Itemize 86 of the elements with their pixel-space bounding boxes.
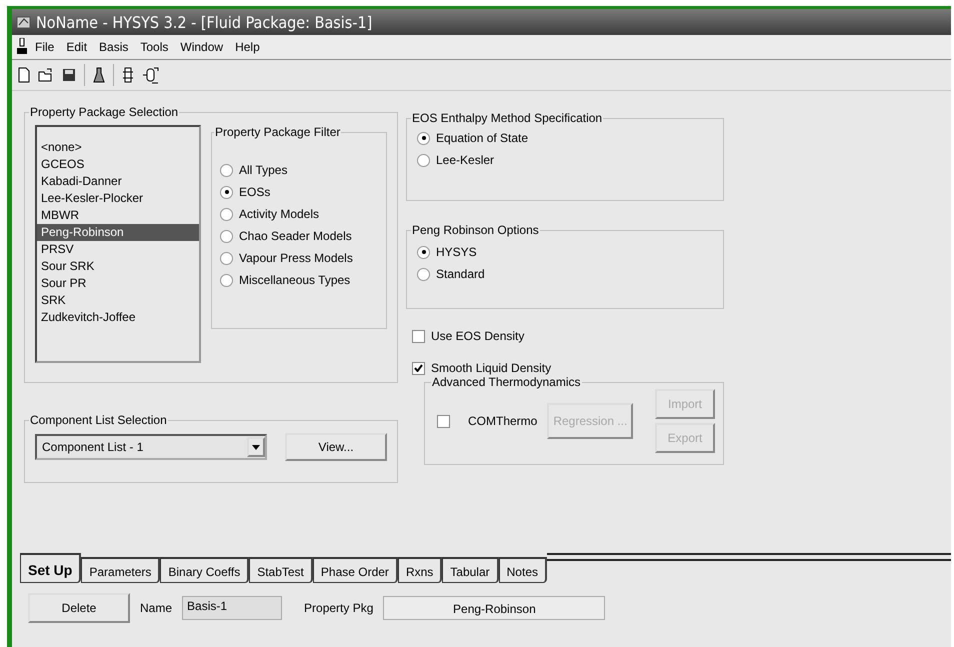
list-item[interactable]: Sour SRK <box>37 258 199 275</box>
app-icon <box>16 14 32 30</box>
checkbox[interactable] <box>412 330 425 342</box>
radio-label: Miscellaneous Types <box>239 273 350 287</box>
vessel-icon[interactable] <box>142 65 160 85</box>
group-title: Component List Selection <box>29 413 168 427</box>
menu-item[interactable]: Basis <box>94 40 134 54</box>
radio-label: Equation of State <box>436 131 528 145</box>
view-button[interactable]: View... <box>285 433 387 461</box>
menu-item[interactable]: File <box>30 40 60 54</box>
radio-option[interactable]: Standard <box>417 263 713 285</box>
radio-button[interactable] <box>220 252 233 264</box>
checkbox-option[interactable]: Use EOS Density <box>412 325 724 347</box>
radio-label: Vapour Press Models <box>239 251 353 265</box>
list-item[interactable]: <none> <box>37 139 199 156</box>
radio-label: All Types <box>239 163 288 177</box>
checkbox-label: COMThermo <box>468 414 538 428</box>
radio-button[interactable] <box>220 186 233 198</box>
radio-option[interactable]: Activity Models <box>220 203 378 225</box>
radio-option[interactable]: Vapour Press Models <box>220 247 378 269</box>
list-item[interactable]: SRK <box>37 292 199 309</box>
tab[interactable]: Binary Coeffs <box>160 557 250 583</box>
checkbox-label: Use EOS Density <box>431 329 524 343</box>
list-item[interactable]: GCEOS <box>37 156 199 173</box>
group-title: Peng Robinson Options <box>411 223 540 237</box>
list-item[interactable]: MBWR <box>37 207 199 224</box>
tab[interactable]: Rxns <box>398 557 442 583</box>
radio-button[interactable] <box>417 246 430 258</box>
flask-icon <box>16 38 28 56</box>
flask-icon[interactable] <box>93 67 105 83</box>
window-title: NoName - HYSYS 3.2 - [Fluid Package: Basis-1] <box>36 12 372 32</box>
name-label: Name <box>140 601 172 615</box>
delete-button[interactable]: Delete <box>28 593 130 623</box>
tab[interactable]: Tabular <box>442 557 499 583</box>
property-pkg-field: Peng-Robinson <box>383 596 606 620</box>
radio-button[interactable] <box>220 230 233 242</box>
check-icon <box>414 364 423 372</box>
property-pkg-label: Property Pkg <box>304 601 374 615</box>
menu-item[interactable]: Edit <box>61 40 92 54</box>
list-item[interactable]: Peng-Robinson <box>37 224 199 241</box>
list-item[interactable]: Zudkevitch-Joffee <box>37 309 199 326</box>
radio-label: EOSs <box>239 185 270 199</box>
open-folder-icon[interactable] <box>38 68 54 82</box>
radio-button[interactable] <box>220 208 233 220</box>
list-item[interactable]: Kabadi-Danner <box>37 173 199 190</box>
radio-option[interactable]: Lee-Kesler <box>417 149 713 171</box>
column-icon[interactable] <box>122 67 134 83</box>
radio-button[interactable] <box>417 154 430 166</box>
radio-label: Activity Models <box>239 207 320 221</box>
radio-option[interactable]: HYSYS <box>417 241 713 263</box>
menu-item[interactable]: Help <box>230 40 265 54</box>
tab[interactable]: Set Up <box>20 553 82 583</box>
tab[interactable]: Phase Order <box>312 557 398 583</box>
radio-label: Lee-Kesler <box>436 153 494 167</box>
checkbox[interactable] <box>437 414 450 428</box>
radio-label: Standard <box>436 267 485 281</box>
name-field[interactable]: Basis-1 <box>182 596 282 620</box>
list-item[interactable]: Lee-Kesler-Plocker <box>37 190 199 207</box>
group-title: Property Package Filter <box>214 125 342 139</box>
menu-item[interactable]: Window <box>175 40 228 54</box>
radio-option[interactable]: Miscellaneous Types <box>220 269 378 291</box>
checkbox-label: Smooth Liquid Density <box>431 361 552 375</box>
component-dropdown[interactable]: Component List - 1 <box>35 434 267 460</box>
radio-button[interactable] <box>220 164 233 176</box>
radio-option[interactable]: All Types <box>220 159 378 181</box>
radio-label: Chao Seader Models <box>239 229 352 243</box>
group-title: Property Package Selection <box>29 105 180 119</box>
tab[interactable]: Parameters <box>81 557 160 583</box>
list-item[interactable]: PRSV <box>37 241 199 258</box>
radio-label: HYSYS <box>436 245 477 259</box>
dropdown-arrow-icon <box>252 444 260 450</box>
radio-option[interactable]: Equation of State <box>417 127 713 149</box>
tab[interactable]: StabTest <box>249 557 313 583</box>
radio-button[interactable] <box>417 268 430 280</box>
list-item[interactable]: Sour PR <box>37 275 199 292</box>
radio-button[interactable] <box>220 274 233 286</box>
tab[interactable]: Notes <box>498 557 547 583</box>
radio-button[interactable] <box>417 132 430 144</box>
checkbox[interactable] <box>412 362 425 374</box>
radio-option[interactable]: Chao Seader Models <box>220 225 378 247</box>
radio-option[interactable]: EOSs <box>220 181 378 203</box>
group-title: EOS Enthalpy Method Specification <box>411 111 604 125</box>
save-icon[interactable] <box>62 68 76 82</box>
menu-item[interactable]: Tools <box>135 40 174 54</box>
new-file-icon[interactable] <box>18 67 30 83</box>
group-title: Advanced Thermodynamics <box>431 375 582 389</box>
